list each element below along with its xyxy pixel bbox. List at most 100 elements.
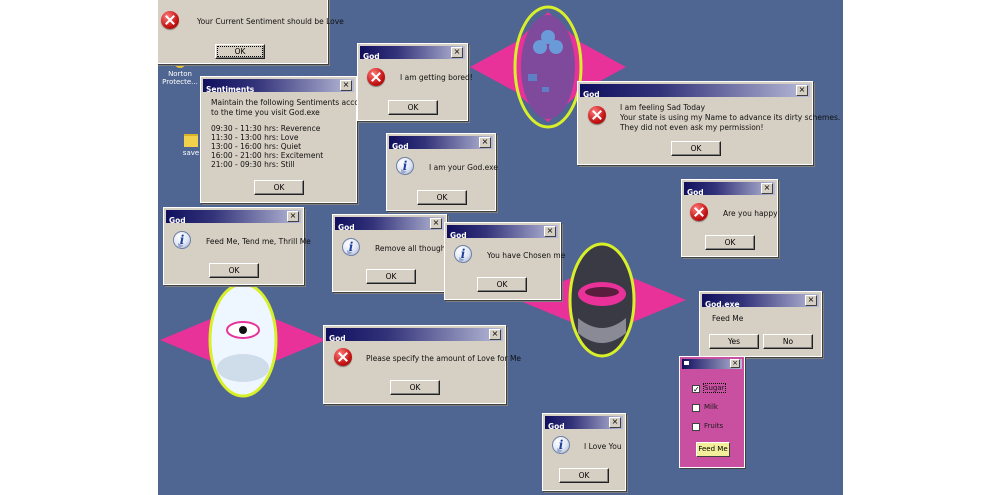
dialog-are-you-happy: God × Are you happy OK [681,179,778,257]
ok-button[interactable]: OK [388,100,438,115]
desktop: Norton Protecte... save Your Current Sen… [158,0,843,495]
close-icon[interactable]: × [805,295,817,306]
title-bar[interactable]: God × [545,416,623,431]
error-icon [367,68,385,86]
close-icon[interactable]: × [340,80,352,91]
close-icon[interactable]: × [796,85,808,96]
info-icon: i [396,157,414,175]
save-icon-label: save [182,149,200,157]
dialog-getting-bored: God × I am getting bored! OK [357,43,473,121]
dialog-title: God [687,188,704,197]
ok-button[interactable]: OK [254,180,304,195]
close-icon[interactable]: × [489,329,501,340]
panel-app-icon [684,361,689,365]
dialog-title: God [548,422,565,431]
title-bar[interactable]: God × [389,136,493,151]
title-bar[interactable]: God × [335,217,444,232]
ok-button[interactable]: OK [366,269,416,284]
norton-icon-label: Norton Protecte... [162,70,198,86]
dialog-message-line: I am feeling Sad Today [620,103,706,112]
sentiments-intro-2: to the time you visit God.exe [211,108,320,117]
dialog-message-line: They did not even ask my permission! [620,123,764,132]
dialog-chosen-me: God × i You have Chosen me OK [444,222,565,300]
feed-options-panel: × ✓ Sugar Milk Fruits Feed Me [679,356,745,468]
title-bar[interactable]: God × [684,182,775,197]
sugar-label: Sugar [703,383,726,393]
title-bar[interactable]: God × [326,328,503,343]
info-icon: i [552,436,570,454]
ok-button[interactable]: OK [209,263,259,278]
title-bar[interactable]: God × [447,225,558,240]
schedule-item: 13:00 - 16:00 hrs: Quiet [211,142,302,151]
ok-button[interactable]: OK [477,277,527,292]
eye-ornament-left [160,282,326,398]
fruits-label: Fruits [704,422,724,430]
ok-button[interactable]: OK [390,380,440,395]
dialog-feed-tend-thrill: God × i Feed Me, Tend me, Thrill Me OK [163,207,311,285]
feed-me-button[interactable]: Feed Me [696,442,730,457]
dialog-message: I Love You [584,442,622,451]
dialog-feeling-sad: God × I am feeling Sad Today Your state i… [577,81,840,165]
title-bar[interactable]: God × [360,46,465,61]
close-icon[interactable]: × [761,183,773,194]
dialog-current-sentiment: Your Current Sentiment should be Love OK [158,0,344,64]
schedule-item: 16:00 - 21:00 hrs: Excitement [211,151,324,160]
close-icon[interactable]: × [609,417,621,428]
title-bar[interactable]: God × [166,210,301,225]
close-icon[interactable]: × [544,226,556,237]
dialog-message-line: Your state is using my Name to advance i… [620,113,841,122]
dialog-title: God [363,52,380,61]
info-icon: i [454,245,472,263]
fruits-checkbox[interactable] [692,423,700,431]
dialog-message: Feed Me [712,314,744,323]
dialog-title: God [338,223,355,232]
panel-title-bar[interactable]: × [682,359,742,369]
ok-button[interactable]: OK [215,44,265,59]
title-bar[interactable]: God.exe × [702,294,819,309]
sentiments-intro-1: Maintain the following Sentiments accord… [211,98,379,107]
ok-button[interactable]: OK [559,468,609,483]
dialog-message: I am getting bored! [400,73,473,82]
title-bar[interactable]: God × [580,84,810,99]
dialog-title: God [450,231,467,240]
error-icon [334,348,352,366]
close-icon[interactable]: × [430,218,442,229]
schedule-item: 11:30 - 13:00 hrs: Love [211,133,299,142]
dialog-remove-thoughts: God × i Remove all thoughts OK [332,214,452,292]
dialog-love-you: God × i I Love You OK [542,413,626,491]
close-icon[interactable]: × [730,359,740,368]
dialog-message: Please specify the amount of Love for Me [366,354,522,363]
error-icon [588,106,606,124]
ok-button[interactable]: OK [671,141,721,156]
sugar-checkbox[interactable]: ✓ [692,385,700,394]
dialog-message: I am your God.exe [429,163,498,172]
dialog-title: Sentiments [206,85,255,94]
dialog-title: God [169,216,186,225]
dialog-title: God [329,334,346,343]
yes-button[interactable]: Yes [709,334,759,349]
info-icon: i [342,238,360,256]
dialog-title: God [583,90,600,99]
error-icon [161,11,179,29]
ok-button[interactable]: OK [705,235,755,250]
error-icon [690,203,708,221]
info-icon: i [173,231,191,249]
close-icon[interactable]: × [451,47,463,58]
folder-icon [184,134,198,147]
schedule-item: 21:00 - 09:30 hrs: Still [211,160,295,169]
dialog-message: Your Current Sentiment should be Love [197,17,344,26]
no-button[interactable]: No [763,334,813,349]
close-icon[interactable]: × [287,211,299,222]
ok-button[interactable]: OK [417,190,467,205]
dialog-message: Remove all thoughts [375,244,453,253]
close-icon[interactable]: × [479,137,491,148]
dialog-love-amount: God × Please specify the amount of Love f… [323,325,521,404]
dialog-message: Feed Me, Tend me, Thrill Me [206,237,311,246]
dialog-title: God.exe [705,300,740,309]
milk-checkbox[interactable] [692,404,700,412]
dialog-title: God [392,142,409,151]
dialog-feed-me: God.exe × Feed Me Yes No [699,291,822,357]
dialog-sentiments: Sentiments × Maintain the following Senti… [200,76,378,203]
dialog-message: Are you happy [723,209,778,218]
title-bar[interactable]: Sentiments × [203,79,354,94]
